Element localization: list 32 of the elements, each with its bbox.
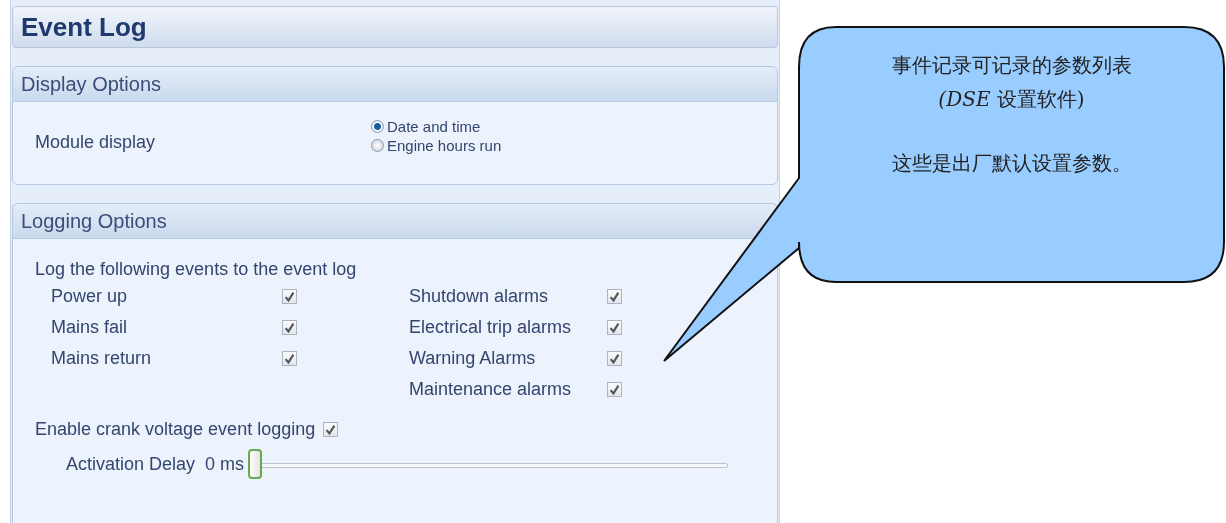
section-title: Display Options <box>21 72 162 96</box>
slider-value: 0 ms <box>205 453 245 475</box>
radio-button[interactable] <box>371 120 384 133</box>
callout-text: (DSE 设置软件) <box>938 86 1085 113</box>
checkbox[interactable] <box>282 320 297 335</box>
radio-option[interactable]: Engine hours run <box>371 136 502 155</box>
field-label: Module display <box>35 132 157 153</box>
checkbox-label: Mains return <box>51 348 153 369</box>
checkbox-label: Maintenance alarms <box>409 379 573 400</box>
checkbox-label: Mains fail <box>51 317 129 338</box>
checkbox[interactable] <box>607 382 622 397</box>
callout-text: 这些是出厂默认设置参数。 <box>891 150 1132 177</box>
page-title: Event Log <box>21 11 147 43</box>
checkbox-label: Shutdown alarms <box>409 286 550 307</box>
checkbox-label: Power up <box>51 286 129 307</box>
callout-text: 事件记录可记录的参数列表 <box>891 52 1132 79</box>
instruction-text: Log the following events to the event log <box>35 258 358 281</box>
checkbox-label: Enable crank voltage event logging <box>35 419 316 440</box>
slider-thumb[interactable] <box>248 449 263 479</box>
slider-track[interactable] <box>248 448 729 480</box>
slider-label: Activation Delay <box>66 453 196 475</box>
radio-option[interactable]: Date and time <box>371 117 502 136</box>
section-title: Logging Options <box>21 209 167 233</box>
checkbox[interactable] <box>607 320 622 335</box>
checkbox-label: Electrical trip alarms <box>409 317 573 338</box>
checkbox[interactable] <box>282 289 297 304</box>
checkbox[interactable] <box>323 422 339 437</box>
radio-button[interactable] <box>371 139 384 152</box>
checkbox[interactable] <box>607 289 622 304</box>
checkbox-label: Warning Alarms <box>409 348 537 369</box>
checkbox[interactable] <box>282 351 297 366</box>
checkbox[interactable] <box>607 351 622 366</box>
